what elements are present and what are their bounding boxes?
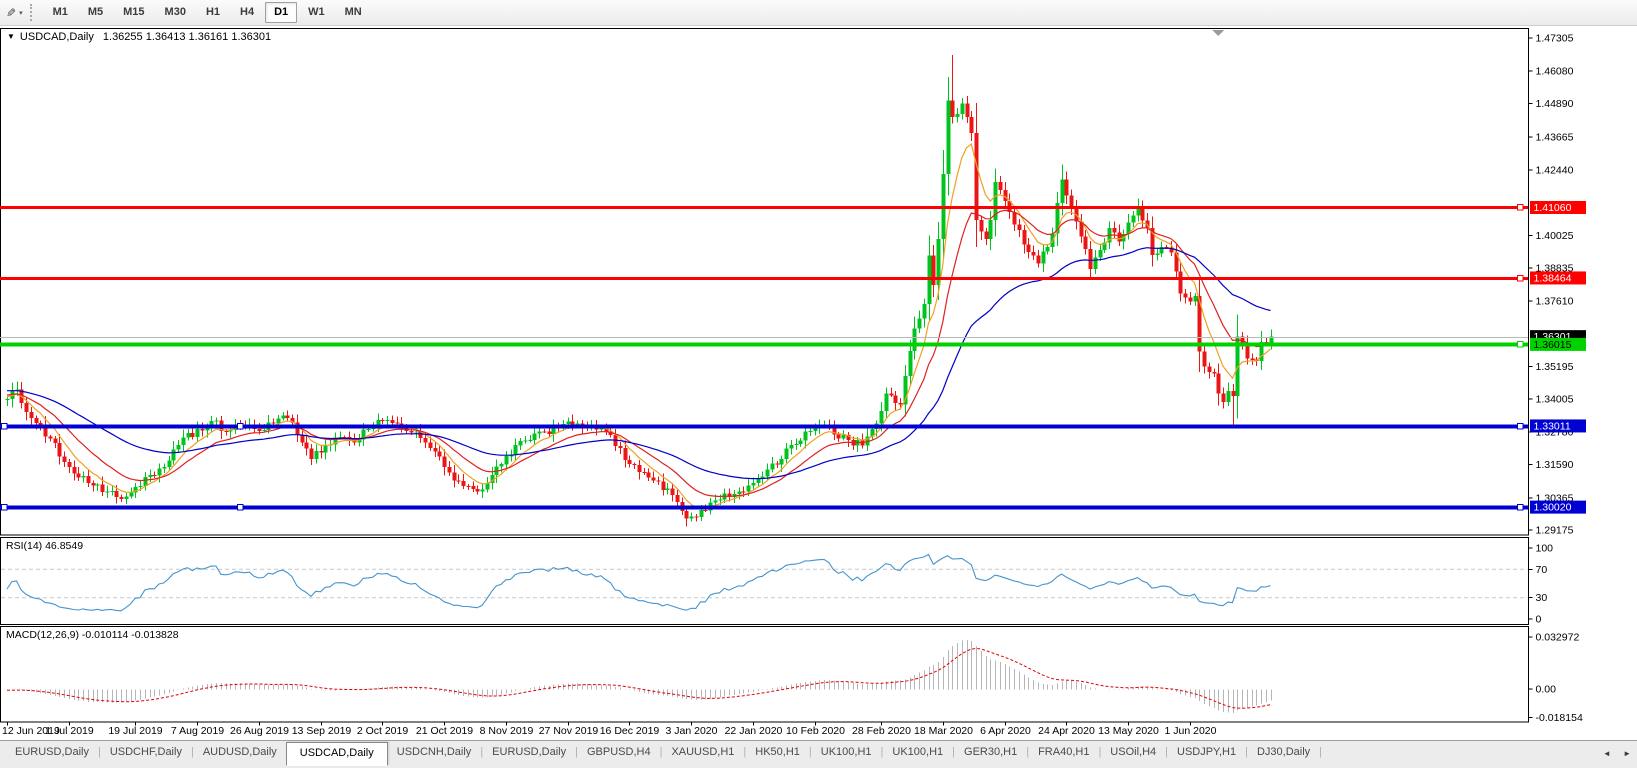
svg-text:2 Oct 2019: 2 Oct 2019 bbox=[357, 725, 409, 737]
cursor-tool-button[interactable]: ✎ ▾ bbox=[0, 2, 27, 23]
chart-tab-UK100-H1[interactable]: UK100,H1 bbox=[812, 741, 881, 762]
svg-text:1.31590: 1.31590 bbox=[1536, 459, 1574, 471]
svg-text:1.44890: 1.44890 bbox=[1536, 98, 1574, 110]
svg-text:1.46080: 1.46080 bbox=[1536, 66, 1574, 78]
svg-text:1.36015: 1.36015 bbox=[1534, 339, 1572, 351]
chart-tab-USDCNH-Daily[interactable]: USDCNH,Daily bbox=[388, 741, 481, 762]
svg-text:-0.018154: -0.018154 bbox=[1536, 712, 1583, 724]
chevron-down-icon: ▾ bbox=[19, 9, 23, 17]
macd-indicator-label: MACD(12,26,9) -0.010114 -0.013828 bbox=[6, 629, 179, 641]
svg-text:0.032972: 0.032972 bbox=[1536, 632, 1580, 644]
chart-tab-UK100-H1[interactable]: UK100,H1 bbox=[883, 741, 952, 762]
svg-text:18 Mar 2020: 18 Mar 2020 bbox=[914, 725, 973, 737]
svg-text:1.41060: 1.41060 bbox=[1534, 202, 1572, 214]
svg-text:10 Feb 2020: 10 Feb 2020 bbox=[786, 725, 845, 737]
svg-text:26 Aug 2019: 26 Aug 2019 bbox=[230, 725, 289, 737]
svg-text:1.33011: 1.33011 bbox=[1534, 420, 1571, 432]
toolbar: ✎ ▾ M1 M5 M15 M30 H1 H4 D1 W1 MN bbox=[0, 0, 1637, 26]
rsi-indicator-label: RSI(14) 46.8549 bbox=[6, 540, 84, 552]
tab-divider: | bbox=[1319, 746, 1323, 758]
chart-tab-USDCAD-Daily[interactable]: USDCAD,Daily bbox=[285, 742, 388, 766]
svg-text:13 May 2020: 13 May 2020 bbox=[1098, 725, 1159, 737]
chart-tab-USDJPY-H1[interactable]: USDJPY,H1 bbox=[1168, 741, 1245, 762]
tab-scroll-arrows: ◄ ► bbox=[1593, 749, 1631, 758]
svg-text:1 Jul 2019: 1 Jul 2019 bbox=[45, 725, 94, 737]
timeframe-button-D1[interactable]: D1 bbox=[265, 2, 298, 23]
tab-scroll-right-icon[interactable]: ► bbox=[1623, 749, 1631, 758]
chart-tab-EURUSD-Daily[interactable]: EURUSD,Daily bbox=[483, 741, 575, 762]
svg-text:1.43665: 1.43665 bbox=[1536, 131, 1574, 143]
svg-text:6 Apr 2020: 6 Apr 2020 bbox=[980, 725, 1031, 737]
svg-text:1.35195: 1.35195 bbox=[1536, 361, 1574, 373]
svg-text:7 Aug 2019: 7 Aug 2019 bbox=[171, 725, 224, 737]
chart-tabs: EURUSD,Daily | USDCHF,Daily | AUDUSD,Daily US… bbox=[0, 741, 1637, 768]
svg-text:1.34005: 1.34005 bbox=[1536, 393, 1574, 405]
svg-text:24 Apr 2020: 24 Apr 2020 bbox=[1038, 725, 1095, 737]
chart-tab-XAUUSD-H1[interactable]: XAUUSD,H1 bbox=[662, 741, 743, 762]
svg-text:1.37610: 1.37610 bbox=[1536, 296, 1574, 308]
chart-tab-USDCHF-Daily[interactable]: USDCHF,Daily bbox=[101, 741, 191, 762]
chart-tab-AUDUSD-Daily[interactable]: AUDUSD,Daily bbox=[194, 741, 286, 762]
svg-text:22 Jan 2020: 22 Jan 2020 bbox=[725, 725, 783, 737]
chart-tab-USOil-H4[interactable]: USOil,H4 bbox=[1101, 741, 1165, 762]
svg-text:8 Nov 2019: 8 Nov 2019 bbox=[480, 725, 534, 737]
toolbar-grip bbox=[29, 4, 36, 21]
svg-text:1 Jun 2020: 1 Jun 2020 bbox=[1165, 725, 1217, 737]
chart-tab-EURUSD-Daily[interactable]: EURUSD,Daily bbox=[6, 741, 98, 762]
svg-text:21 Oct 2019: 21 Oct 2019 bbox=[416, 725, 473, 737]
chart-title: ▼ USDCAD,Daily 1.36255 1.36413 1.36161 1.3… bbox=[7, 31, 271, 43]
chart-tab-DJ30-Daily[interactable]: DJ30,Daily bbox=[1248, 741, 1319, 762]
timeframe-button-M30[interactable]: M30 bbox=[156, 2, 195, 23]
chart-symbol-title: USDCAD,Daily bbox=[19, 31, 94, 43]
svg-text:30: 30 bbox=[1536, 592, 1548, 604]
svg-text:0.00: 0.00 bbox=[1536, 684, 1557, 696]
timeframe-button-MN[interactable]: MN bbox=[336, 2, 371, 23]
svg-text:27 Nov 2019: 27 Nov 2019 bbox=[539, 725, 599, 737]
chart-tab-HK50-H1[interactable]: HK50,H1 bbox=[746, 741, 809, 762]
chart-tab-GER30-H1[interactable]: GER30,H1 bbox=[955, 741, 1026, 762]
collapse-triangle-icon[interactable]: ▼ bbox=[7, 32, 15, 41]
price-chart-canvas[interactable]: 1.47305 1.46080 1.44890 1.43665 1.42440 1.400… bbox=[0, 0, 1637, 767]
timeframe-button-M5[interactable]: M5 bbox=[79, 2, 112, 23]
chart-tab-bar: EURUSD,Daily | USDCHF,Daily | AUDUSD,Daily US… bbox=[0, 740, 1637, 768]
svg-text:1.42440: 1.42440 bbox=[1536, 165, 1574, 177]
timeframe-button-W1[interactable]: W1 bbox=[299, 2, 334, 23]
chart-tab-FRA40-H1[interactable]: FRA40,H1 bbox=[1029, 741, 1098, 762]
tab-scroll-left-icon[interactable]: ◄ bbox=[1603, 749, 1611, 758]
svg-text:13 Sep 2019: 13 Sep 2019 bbox=[292, 725, 352, 737]
svg-text:3 Jan 2020: 3 Jan 2020 bbox=[666, 725, 718, 737]
svg-text:1.38464: 1.38464 bbox=[1534, 272, 1572, 284]
timeframe-buttons: M1 M5 M15 M30 H1 H4 D1 W1 MN bbox=[43, 2, 372, 23]
svg-text:1.30020: 1.30020 bbox=[1534, 502, 1572, 514]
timeframe-button-H1[interactable]: H1 bbox=[197, 2, 229, 23]
svg-text:70: 70 bbox=[1536, 564, 1548, 576]
svg-text:0: 0 bbox=[1536, 614, 1542, 626]
chart-ohlc-values: 1.36255 1.36413 1.36161 1.36301 bbox=[102, 31, 272, 43]
svg-text:1.47305: 1.47305 bbox=[1536, 33, 1574, 45]
timeframe-button-M15[interactable]: M15 bbox=[114, 2, 153, 23]
timeframe-button-M1[interactable]: M1 bbox=[44, 2, 77, 23]
chart-tab-GBPUSD-H4[interactable]: GBPUSD,H4 bbox=[578, 741, 660, 762]
svg-text:100: 100 bbox=[1536, 543, 1554, 555]
svg-text:19 Jul 2019: 19 Jul 2019 bbox=[108, 725, 162, 737]
timeframe-button-H4[interactable]: H4 bbox=[231, 2, 263, 23]
svg-text:1.29175: 1.29175 bbox=[1536, 525, 1574, 537]
pen-icon: ✎ bbox=[6, 5, 17, 20]
svg-text:16 Dec 2019: 16 Dec 2019 bbox=[600, 725, 660, 737]
svg-text:28 Feb 2020: 28 Feb 2020 bbox=[852, 725, 911, 737]
svg-text:1.40025: 1.40025 bbox=[1536, 230, 1574, 242]
